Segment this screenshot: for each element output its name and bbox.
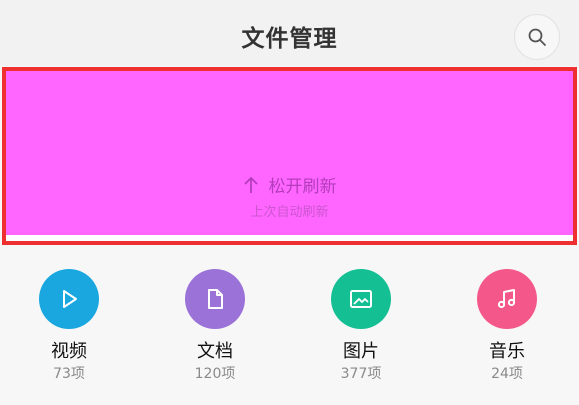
category-music[interactable]: 音乐 24项 [447,269,567,383]
category-grid: 视频 73项 文档 120项 图片 377项 音乐 24项 [0,250,579,405]
category-label: 音乐 [489,341,525,362]
refresh-status: 松开刷新 [6,172,573,197]
refresh-status-text: 松开刷新 [268,177,337,197]
category-label: 文档 [197,341,233,362]
document-icon [185,269,245,329]
music-note-icon [477,269,537,329]
category-count: 377项 [340,366,382,382]
category-label: 视频 [51,341,87,362]
search-button[interactable] [514,14,560,60]
category-label: 图片 [343,341,379,362]
category-count: 24项 [491,366,523,382]
search-icon [528,28,546,46]
pull-to-refresh-panel: 松开刷新 上次自动刷新 [2,67,577,245]
category-documents[interactable]: 文档 120项 [155,269,275,383]
category-count: 120项 [194,366,236,382]
category-video[interactable]: 视频 73项 [9,269,129,383]
page-title: 文件管理 [241,26,338,52]
app-header: 文件管理 [0,0,579,66]
category-count: 73项 [53,366,85,382]
play-icon [39,269,99,329]
category-images[interactable]: 图片 377项 [301,269,421,383]
refresh-subtext: 上次自动刷新 [250,205,329,220]
image-icon [331,269,391,329]
arrow-up-icon [243,176,259,194]
